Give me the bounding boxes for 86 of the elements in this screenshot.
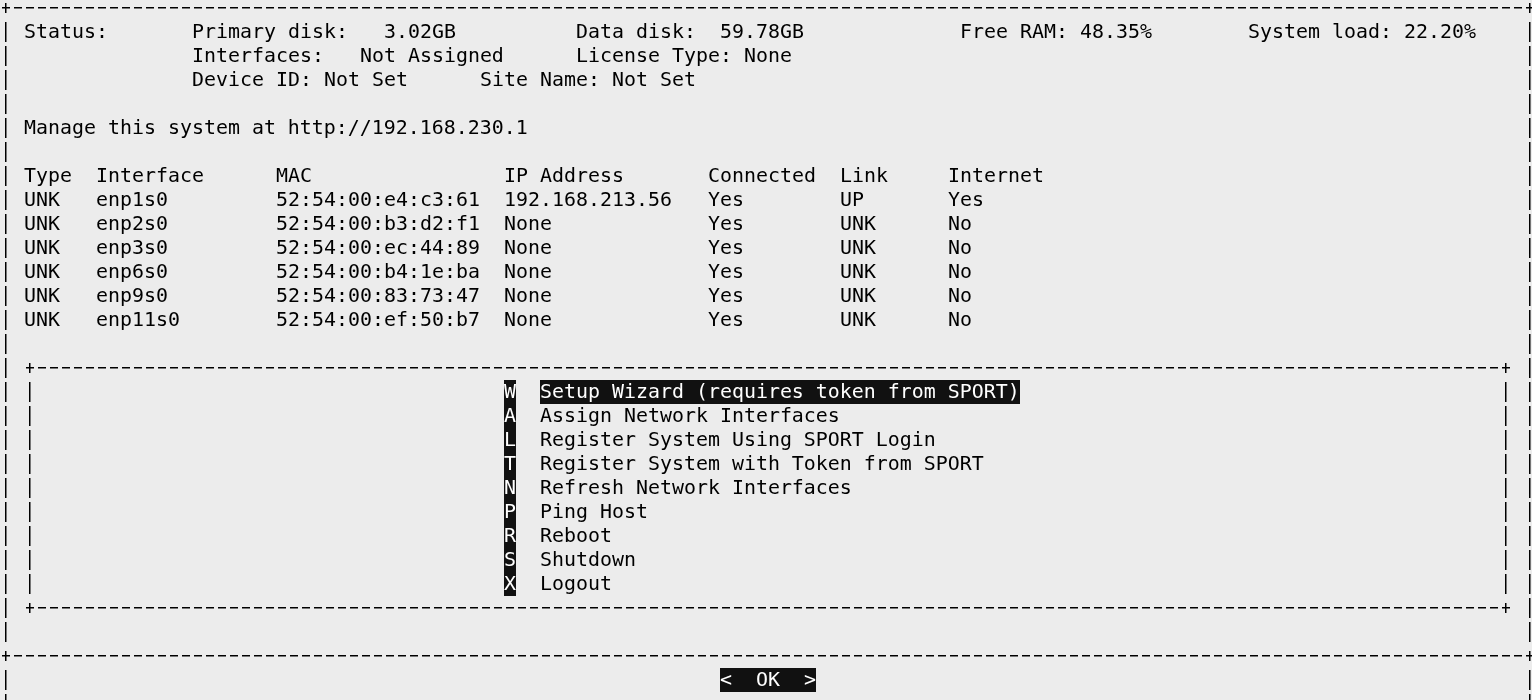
- column-header: Internet: [948, 164, 1044, 187]
- hotkey-label: P: [504, 500, 516, 524]
- table-cell: No: [948, 260, 972, 283]
- field-value: Not Assigned: [359, 44, 504, 68]
- menu-item[interactable]: Shutdown: [540, 548, 636, 572]
- field-label: Free RAM:: [960, 20, 1068, 44]
- hotkey-label: S: [504, 548, 516, 572]
- hotkey-label: N: [504, 476, 516, 500]
- field-value: 59.78GB: [719, 20, 804, 44]
- table-cell: None: [504, 260, 552, 283]
- table-cell: None: [504, 212, 552, 235]
- table-cell: 52:54:00:83:73:47: [276, 284, 480, 307]
- field-value: 3.02GB: [383, 20, 456, 44]
- table-cell: UP: [840, 188, 864, 211]
- status-label: Status:: [24, 20, 108, 43]
- table-cell: None: [504, 308, 552, 331]
- ok-button[interactable]: < OK >: [720, 668, 816, 692]
- field-value: 22.20%: [1403, 20, 1476, 44]
- table-cell: Yes: [708, 308, 744, 331]
- column-header: Link: [840, 164, 888, 187]
- table-cell: UNK: [24, 284, 60, 307]
- table-cell: UNK: [840, 212, 876, 235]
- table-cell: 52:54:00:ef:50:b7: [276, 308, 480, 331]
- table-cell: UNK: [24, 188, 60, 211]
- field-value: Not Set: [323, 68, 408, 92]
- table-cell: 52:54:00:e4:c3:61: [276, 188, 480, 211]
- table-cell: UNK: [24, 308, 60, 331]
- field-label: Interfaces:: [192, 44, 324, 68]
- menu-item[interactable]: Logout: [540, 572, 612, 596]
- table-cell: UNK: [840, 308, 876, 331]
- table-cell: UNK: [840, 260, 876, 283]
- table-cell: UNK: [840, 236, 876, 259]
- hotkey-label: R: [504, 524, 516, 548]
- table-cell: Yes: [948, 188, 984, 211]
- menu-item[interactable]: Ping Host: [540, 500, 648, 524]
- menu-item[interactable]: Register System Using SPORT Login: [540, 428, 936, 452]
- column-header: Connected: [708, 164, 816, 187]
- menu-item[interactable]: Refresh Network Interfaces: [540, 476, 852, 500]
- table-cell: Yes: [708, 236, 744, 259]
- menu-item[interactable]: Setup Wizard (requires token from SPORT): [540, 380, 1020, 404]
- table-cell: No: [948, 212, 972, 235]
- menu-item[interactable]: Assign Network Interfaces: [540, 404, 840, 428]
- table-cell: 52:54:00:ec:44:89: [276, 236, 480, 259]
- table-cell: UNK: [840, 284, 876, 307]
- field-value: None: [743, 44, 792, 68]
- table-cell: enp1s0: [96, 188, 168, 211]
- table-cell: 52:54:00:b3:d2:f1: [276, 212, 480, 235]
- field-label: Site Name:: [480, 68, 600, 92]
- table-cell: 192.168.213.56: [504, 188, 672, 211]
- hotkey-label: X: [504, 572, 516, 596]
- column-header: IP Address: [504, 164, 624, 187]
- table-cell: No: [948, 236, 972, 259]
- menu-item[interactable]: Register System with Token from SPORT: [540, 452, 984, 476]
- hotkey-label: W: [504, 380, 516, 404]
- table-cell: No: [948, 284, 972, 307]
- table-cell: None: [504, 236, 552, 259]
- table-cell: Yes: [708, 284, 744, 307]
- table-cell: enp6s0: [96, 260, 168, 283]
- table-cell: UNK: [24, 212, 60, 235]
- table-cell: enp11s0: [96, 308, 180, 331]
- field-label: Primary disk:: [192, 20, 348, 44]
- field-label: License Type:: [576, 44, 732, 68]
- field-value: Not Set: [611, 68, 696, 92]
- table-cell: enp3s0: [96, 236, 168, 259]
- table-cell: enp2s0: [96, 212, 168, 235]
- menu-item[interactable]: Reboot: [540, 524, 612, 548]
- hotkey-label: L: [504, 428, 516, 452]
- table-cell: None: [504, 284, 552, 307]
- field-label: Device ID:: [192, 68, 312, 92]
- table-cell: enp9s0: [96, 284, 168, 307]
- table-cell: Yes: [708, 212, 744, 235]
- column-header: MAC: [276, 164, 312, 187]
- column-header: Interface: [96, 164, 204, 187]
- table-cell: No: [948, 308, 972, 331]
- table-cell: Yes: [708, 188, 744, 211]
- table-cell: UNK: [24, 236, 60, 259]
- table-cell: Yes: [708, 260, 744, 283]
- table-cell: 52:54:00:b4:1e:ba: [276, 260, 480, 283]
- management-url-text: Manage this system at http://192.168.230.1: [24, 116, 528, 139]
- field-label: Data disk:: [576, 20, 696, 44]
- table-cell: UNK: [24, 260, 60, 283]
- hotkey-label: A: [504, 404, 516, 428]
- field-label: System load:: [1248, 20, 1392, 44]
- column-header: Type: [24, 164, 72, 187]
- hotkey-label: T: [504, 452, 516, 476]
- field-value: 48.35%: [1079, 20, 1152, 44]
